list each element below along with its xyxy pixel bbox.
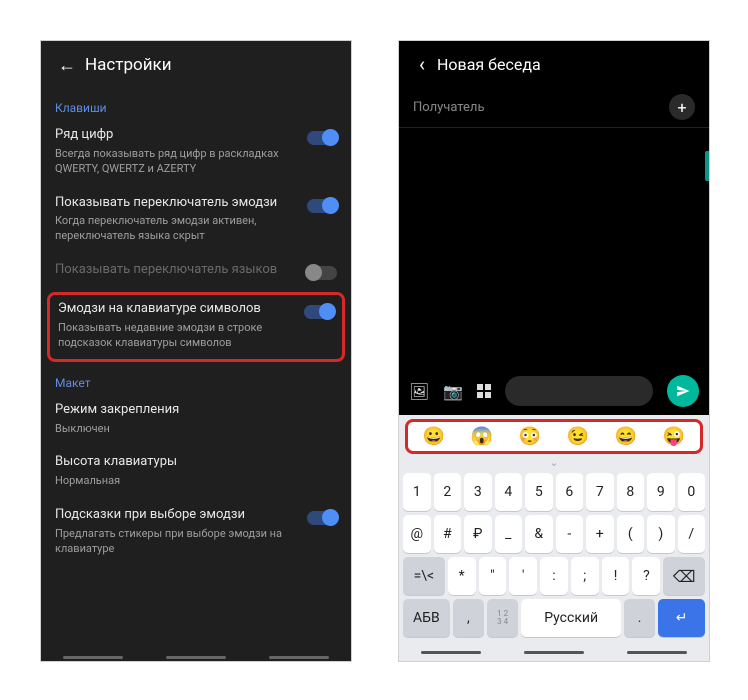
setting-subtitle: Выключен	[55, 422, 337, 437]
backspace-key[interactable]: ⌫	[663, 557, 705, 595]
setting-title: Эмодзи на клавиатуре символов	[58, 301, 296, 318]
scroll-indicator	[705, 151, 709, 181]
setting-title: Подсказки при выборе эмодзи	[55, 507, 299, 524]
toggle[interactable]	[304, 305, 334, 319]
key[interactable]: (	[617, 515, 645, 553]
setting-subtitle: Когда переключатель эмодзи активен, пере…	[55, 214, 299, 244]
recipient-placeholder[interactable]: Получатель	[413, 100, 669, 115]
key[interactable]: +	[586, 515, 614, 553]
emoji-suggestion[interactable]: 😳	[519, 426, 541, 447]
compose-bar: 🖼 📷	[399, 367, 709, 415]
key[interactable]: ;	[571, 557, 599, 595]
setting-row[interactable]: Подсказки при выборе эмодзи Предлагать ст…	[41, 499, 351, 567]
setting-row[interactable]: Эмодзи на клавиатуре символов Показывать …	[47, 292, 345, 362]
emoji-suggestion-row: 😀 😱 😳 😉 😄 😜	[405, 419, 703, 454]
chat-header: ‹ Новая беседа	[399, 41, 709, 87]
back-arrow-icon[interactable]: ←	[49, 55, 85, 76]
key[interactable]: 2	[434, 473, 462, 511]
toggle[interactable]	[307, 199, 337, 213]
key[interactable]: )	[647, 515, 675, 553]
camera-icon[interactable]: 📷	[443, 382, 463, 401]
key[interactable]: #	[434, 515, 462, 553]
emoji-suggestion[interactable]: 😉	[567, 426, 589, 447]
android-navbar	[41, 656, 351, 659]
key[interactable]: 8	[617, 473, 645, 511]
key[interactable]: ,	[453, 599, 484, 637]
setting-row[interactable]: Режим закрепления Выключен	[41, 394, 351, 447]
gallery-icon[interactable]: 🖼	[409, 382, 429, 401]
key[interactable]: .	[624, 599, 655, 637]
message-input[interactable]	[505, 376, 653, 406]
setting-title: Высота клавиатуры	[55, 454, 337, 471]
setting-subtitle: Нормальная	[55, 474, 337, 489]
settings-header: ← Настройки	[41, 41, 351, 89]
key[interactable]: @	[403, 515, 431, 553]
recipient-row: Получатель +	[399, 87, 709, 128]
key[interactable]: АБВ	[403, 599, 450, 637]
setting-title: Показывать переключатель языков	[55, 262, 299, 279]
toggle[interactable]	[307, 266, 337, 280]
key[interactable]: 1	[403, 473, 431, 511]
send-button[interactable]	[667, 375, 699, 407]
chevron-down-icon[interactable]: ⌄	[399, 456, 709, 471]
setting-title: Показывать переключатель эмодзи	[55, 195, 299, 212]
keyboard: 😀 😱 😳 😉 😄 😜 ⌄ 1234567890 @#₽_&-+()/ =\<*"':;!…	[399, 415, 709, 661]
enter-key[interactable]: ↵	[658, 599, 705, 637]
key[interactable]: 6	[556, 473, 584, 511]
key[interactable]: /	[678, 515, 706, 553]
setting-row[interactable]: Показывать переключатель языков	[41, 254, 351, 290]
setting-row[interactable]: Ряд цифр Всегда показывать ряд цифр в рас…	[41, 119, 351, 187]
key[interactable]: :	[540, 557, 568, 595]
emoji-suggestion[interactable]: 😜	[663, 426, 685, 447]
key[interactable]: '	[509, 557, 537, 595]
setting-title: Режим закрепления	[55, 402, 337, 419]
setting-subtitle: Всегда показывать ряд цифр в раскладках …	[55, 147, 299, 177]
key[interactable]: _	[495, 515, 523, 553]
key[interactable]: 4	[495, 473, 523, 511]
key[interactable]: =\<	[403, 557, 445, 595]
emoji-suggestion[interactable]: 😄	[615, 426, 637, 447]
settings-title: Настройки	[85, 55, 172, 75]
emoji-suggestion[interactable]: 😀	[423, 426, 445, 447]
key[interactable]: ?	[632, 557, 660, 595]
toggle[interactable]	[307, 511, 337, 525]
spacebar[interactable]: Русский	[521, 599, 621, 637]
key[interactable]: ₽	[464, 515, 492, 553]
toggle[interactable]	[307, 131, 337, 145]
android-navbar	[399, 639, 709, 661]
key[interactable]: 5	[525, 473, 553, 511]
chat-body	[399, 128, 709, 367]
setting-subtitle: Показывать недавние эмодзи в строке подс…	[58, 321, 296, 351]
numpad-key[interactable]: 1 23 4	[487, 599, 518, 637]
settings-screen: ← Настройки Клавиши Ряд цифр Всегда показ…	[40, 40, 352, 662]
setting-subtitle: Предлагать стикеры при выборе эмодзи на …	[55, 527, 299, 557]
add-recipient-button[interactable]: +	[669, 94, 695, 120]
section-layout-label: Макет	[41, 364, 351, 394]
back-arrow-icon[interactable]: ‹	[407, 52, 437, 76]
key[interactable]: &	[525, 515, 553, 553]
chat-title: Новая беседа	[437, 55, 541, 74]
key[interactable]: 3	[464, 473, 492, 511]
key[interactable]: "	[479, 557, 507, 595]
chat-screen: ‹ Новая беседа Получатель + 🖼 📷 😀 😱 😳 😉 😄 😜 ⌄…	[398, 40, 710, 662]
apps-icon[interactable]	[477, 384, 491, 398]
emoji-suggestion[interactable]: 😱	[471, 426, 493, 447]
key[interactable]: 0	[678, 473, 706, 511]
section-keys-label: Клавиши	[41, 89, 351, 119]
key[interactable]: !	[602, 557, 630, 595]
setting-row[interactable]: Показывать переключатель эмодзи Когда пер…	[41, 187, 351, 255]
key[interactable]: -	[556, 515, 584, 553]
key[interactable]: *	[448, 557, 476, 595]
setting-title: Ряд цифр	[55, 127, 299, 144]
key[interactable]: 7	[586, 473, 614, 511]
setting-row[interactable]: Высота клавиатуры Нормальная	[41, 446, 351, 499]
key[interactable]: 9	[647, 473, 675, 511]
